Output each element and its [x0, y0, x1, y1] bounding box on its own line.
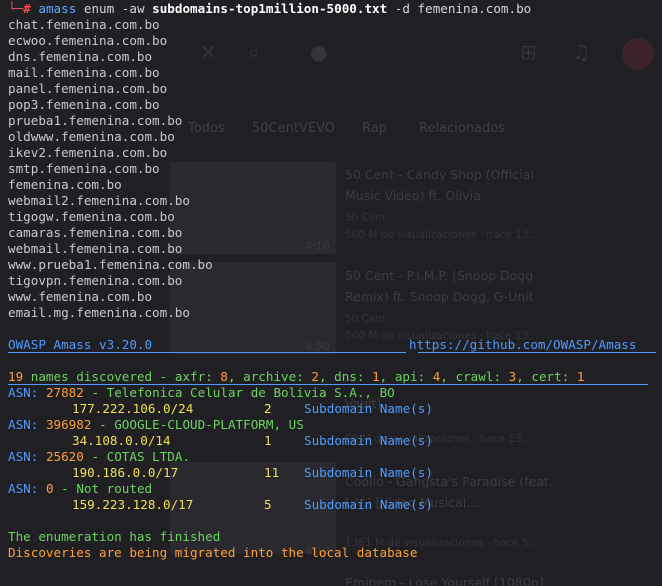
asn-block: ASN: 25620 - COTAS LTDA. 190.186.0.0/17 1… — [8, 449, 531, 481]
netblock-names-label: Subdomain Name(s) — [304, 497, 433, 512]
notifications-icon: ♫ — [572, 40, 590, 64]
asn-label: ASN: — [8, 449, 39, 464]
subdomain-item: email.mg.femenina.com.bo — [8, 305, 190, 320]
prompt-prefix: └─ — [8, 1, 24, 16]
source-name: archive — [243, 369, 297, 384]
asn-header: ASN: 396982 - GOOGLE-CLOUD-PLATFORM, US — [8, 417, 531, 433]
netblock-cidr: 177.222.106.0/24 — [72, 401, 194, 416]
asn-owner: COTAS LTDA. — [106, 449, 191, 464]
command-program: amass — [38, 1, 77, 16]
asn-header: ASN: 0 - Not routed — [8, 481, 531, 497]
subdomain-item: webmail2.femenina.com.bo — [8, 193, 190, 208]
subdomain-item: ecwoo.femenina.com.bo — [8, 33, 168, 48]
command-wordlist: subdomains-top1million-5000.txt — [152, 1, 388, 16]
summary-text: names discovered - — [30, 369, 168, 384]
source-name: cert — [531, 369, 562, 384]
command-args: enum -aw — [83, 1, 145, 16]
divider — [418, 352, 656, 353]
asn-separator: - — [91, 449, 100, 464]
asn-owner: Telefonica Celular de Bolivia S.A., BO — [106, 385, 395, 400]
subdomain-item: www.femenina.com.bo — [8, 289, 153, 304]
subdomain-item: oldwww.femenina.com.bo — [8, 129, 175, 144]
netblock-names-label: Subdomain Name(s) — [304, 433, 433, 448]
subdomain-item: dns.femenina.com.bo — [8, 49, 153, 64]
source-name: api — [394, 369, 418, 384]
enumeration-finished-message: The enumeration has finished — [8, 529, 221, 544]
migration-message: Discoveries are being migrated into the … — [8, 545, 418, 560]
asn-owner: GOOGLE-CLOUD-PLATFORM, US — [114, 417, 304, 432]
subdomain-item: femenina.com.bo — [8, 177, 122, 192]
source-count: 1 — [372, 369, 380, 384]
prompt-symbol: # — [23, 1, 31, 16]
source-name: axfr — [174, 369, 206, 384]
subdomain-item: smtp.femenina.com.bo — [8, 161, 160, 176]
asn-header: ASN: 25620 - COTAS LTDA. — [8, 449, 531, 465]
summary-line: 19 names discovered - axfr: 8, archive: … — [8, 369, 648, 385]
command-line: └─# amass enum -aw subdomains-top1millio… — [8, 1, 531, 17]
subdomain-item: chat.femenina.com.bo — [8, 17, 160, 32]
subdomain-item: tigogw.femenina.com.bo — [8, 209, 175, 224]
terminal-output[interactable]: └─# amass enum -aw subdomains-top1millio… — [8, 1, 656, 561]
subdomain-item: tigovpn.femenina.com.bo — [8, 273, 183, 288]
netblock-count: 5 — [264, 497, 272, 512]
source-count: 2 — [311, 369, 319, 384]
amass-url-link[interactable]: https://github.com/OWASP/Amass — [409, 337, 636, 353]
source-name: crawl — [455, 369, 494, 384]
subdomain-item: prueba1.femenina.com.bo — [8, 113, 183, 128]
asn-block: ASN: 396982 - GOOGLE-CLOUD-PLATFORM, US … — [8, 417, 531, 449]
asn-label: ASN: — [8, 481, 39, 496]
asn-header: ASN: 27882 - Telefonica Celular de Boliv… — [8, 385, 531, 401]
netblock-names-label: Subdomain Name(s) — [304, 465, 433, 480]
subdomain-list: chat.femenina.com.bo ecwoo.femenina.com.… — [8, 17, 531, 321]
subdomain-item: mail.femenina.com.bo — [8, 65, 160, 80]
asn-separator: - — [99, 417, 107, 432]
asn-label: ASN: — [8, 417, 39, 432]
video-title: Eminem - Lose Yourself [1080p] — [345, 575, 544, 586]
terminal-window[interactable]: ✕ ⌕ ● ⊞ ♫ Todos 50CentVEVO Rap Relaciona… — [0, 0, 662, 586]
source-count: 1 — [576, 369, 585, 384]
netblock-cidr: 159.223.128.0/17 — [72, 497, 194, 512]
netblock-count: 11 — [264, 465, 280, 480]
asn-owner: Not routed — [76, 481, 153, 496]
asn-netblock-row: 159.223.128.0/17 5 Subdomain Name(s) — [8, 497, 531, 513]
asn-netblock-row: 177.222.106.0/24 2 Subdomain Name(s) — [8, 401, 531, 417]
command-domain-arg: -d femenina.com.bo — [394, 1, 532, 16]
asn-number: 0 — [45, 481, 54, 496]
netblock-count: 2 — [264, 401, 272, 416]
source-name: dns — [334, 369, 357, 384]
asn-block: ASN: 27882 - Telefonica Celular de Boliv… — [8, 385, 531, 417]
asn-separator: - — [61, 481, 69, 496]
subdomain-item: webmail.femenina.com.bo — [8, 241, 183, 256]
subdomain-item: camaras.femenina.com.bo — [8, 225, 183, 240]
asn-separator: - — [91, 385, 100, 400]
banner: OWASP Amass v3.20.0 https://github.com/O… — [8, 337, 656, 353]
asn-block: ASN: 0 - Not routed 159.223.128.0/17 5 Sub… — [8, 481, 531, 513]
subdomain-item: panel.femenina.com.bo — [8, 81, 168, 96]
netblock-cidr: 34.108.0.0/14 — [72, 433, 171, 448]
netblock-count: 1 — [264, 433, 272, 448]
avatar — [622, 38, 654, 70]
asn-netblock-row: 190.186.0.0/17 11 Subdomain Name(s) — [8, 465, 531, 481]
subdomain-item: pop3.femenina.com.bo — [8, 97, 160, 112]
netblock-names-label: Subdomain Name(s) — [304, 401, 433, 416]
subdomain-item: www.prueba1.femenina.com.bo — [8, 257, 213, 272]
asn-number: 396982 — [45, 417, 92, 432]
asn-number: 27882 — [45, 385, 84, 400]
netblock-cidr: 190.186.0.0/17 — [72, 465, 179, 480]
source-count: 8 — [220, 369, 228, 384]
subdomain-item: ikev2.femenina.com.bo — [8, 145, 168, 160]
amass-version: OWASP Amass v3.20.0 — [8, 337, 153, 352]
asn-label: ASN: — [8, 385, 39, 400]
names-count: 19 — [8, 369, 24, 384]
divider — [8, 352, 406, 353]
asn-number: 25620 — [45, 449, 84, 464]
asn-netblock-row: 34.108.0.0/14 1 Subdomain Name(s) — [8, 433, 531, 449]
asn-table: ASN: 27882 - Telefonica Celular de Boliv… — [8, 385, 531, 513]
